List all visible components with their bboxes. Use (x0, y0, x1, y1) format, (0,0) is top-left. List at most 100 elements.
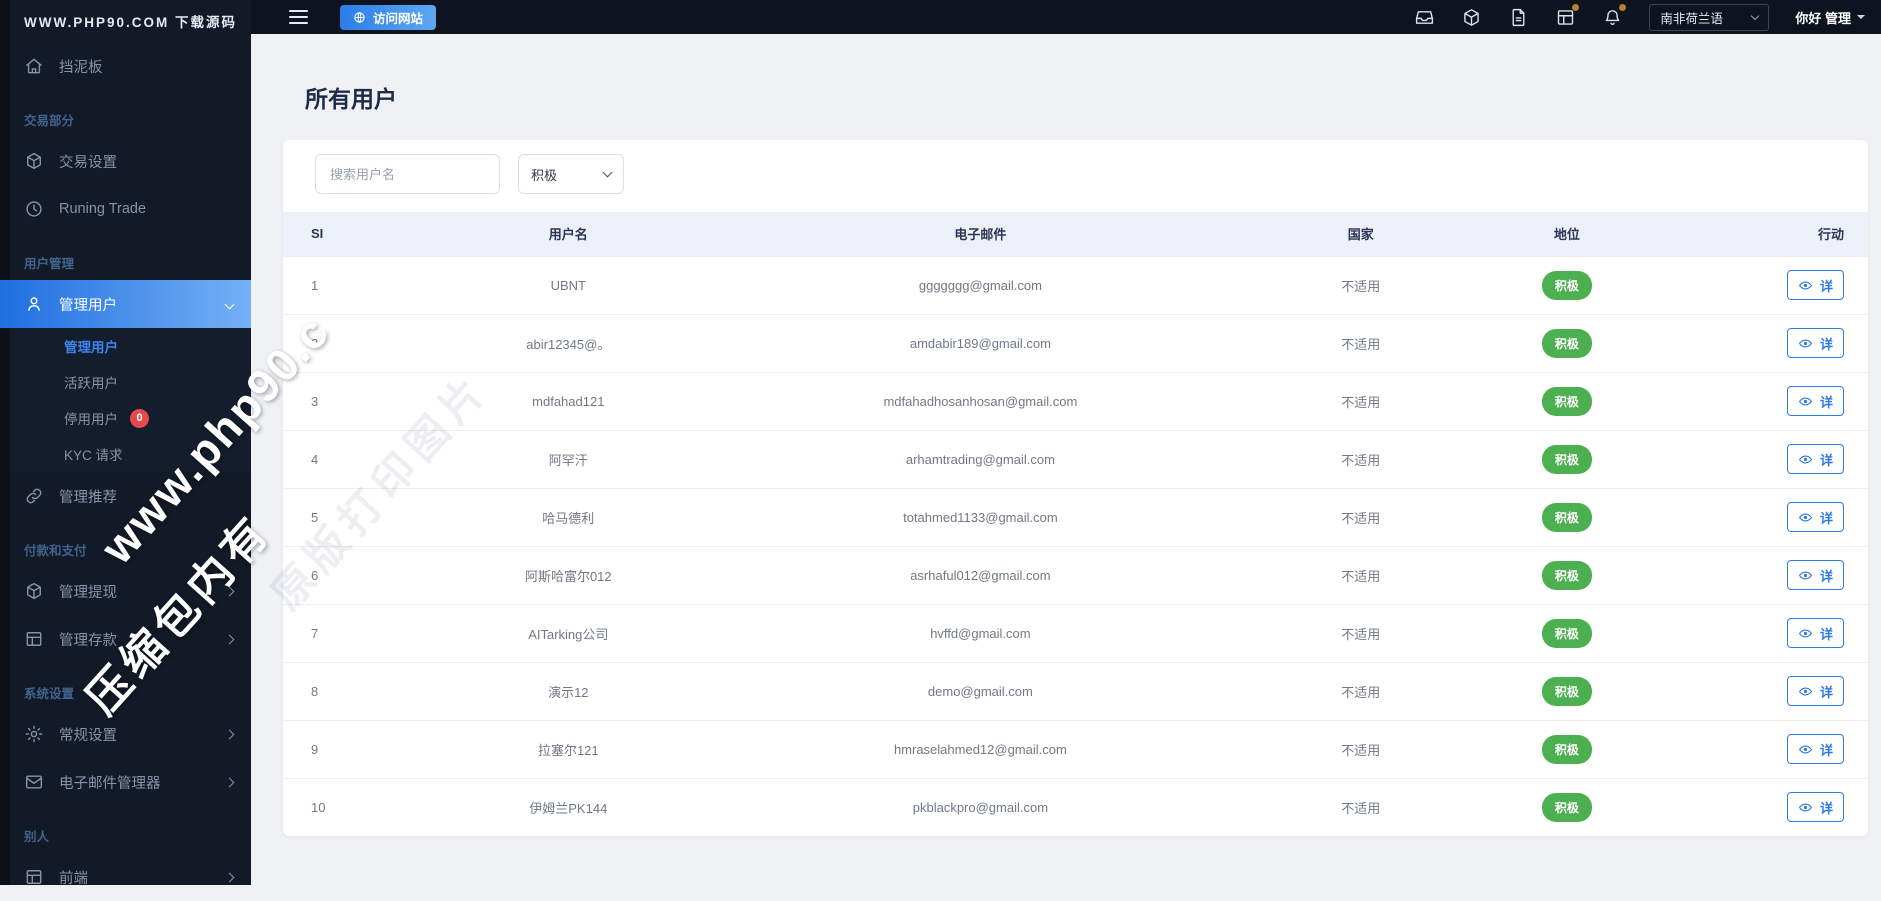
table-icon (24, 867, 44, 887)
sidebar-item-label: 管理推荐 (59, 489, 117, 506)
sidebar-section-label: 付款和支付 (24, 544, 87, 558)
count-badge: 0 (130, 408, 149, 428)
cube-icon (24, 151, 44, 171)
bell-icon[interactable] (1602, 3, 1627, 28)
cell-country: 不适用 (1233, 313, 1488, 372)
cube-icon (24, 581, 44, 601)
cell-email: amdabir189@gmail.com (726, 313, 1234, 372)
language-selected-label: 南非荷兰语 (1660, 11, 1723, 26)
cell-si: 5 (283, 487, 410, 546)
sidebar-item[interactable]: 电子邮件管理器 (0, 758, 251, 806)
status-badge: 积极 (1541, 618, 1592, 648)
cell-country: 不适用 (1233, 661, 1488, 720)
view-detail-button[interactable]: 详 (1786, 734, 1844, 764)
view-detail-button[interactable]: 详 (1786, 792, 1844, 823)
eye-icon (1798, 454, 1813, 464)
sidebar-section-label: 交易部分 (24, 114, 75, 128)
package-icon[interactable] (1461, 7, 1482, 28)
status-select-value: 积极 (531, 167, 558, 183)
cell-si: 1 (283, 255, 410, 314)
view-detail-button[interactable]: 详 (1786, 444, 1844, 474)
sidebar-subitem[interactable]: KYC 请求 (0, 436, 251, 472)
view-detail-button[interactable]: 详 (1786, 676, 1844, 706)
status-badge: 积极 (1541, 792, 1592, 822)
status-badge: 积极 (1541, 734, 1592, 764)
sidebar-item[interactable]: 管理存款 (0, 615, 251, 663)
user-menu[interactable]: 你好 管理 (1795, 8, 1865, 27)
eye-icon (1798, 803, 1813, 812)
view-detail-button[interactable]: 详 (1786, 618, 1844, 648)
table-row: 7 AITarking公司 hvffd@gmail.com 不适用 积极 详 (283, 603, 1868, 662)
sidebar-item[interactable]: Runing Trade (0, 185, 251, 233)
sidebar: WWW.PHP90.COM 下载源码 挡泥板交易部分交易设置 Runing Tra… (0, 0, 251, 887)
sidebar-item[interactable]: 前端 (0, 853, 251, 901)
view-detail-button[interactable]: 详 (1786, 270, 1844, 300)
cell-email: asrhaful012@gmail.com (726, 545, 1234, 604)
cell-email: arhamtrading@gmail.com (726, 429, 1234, 488)
column-header-status: 地位 (1487, 212, 1647, 256)
filters-bar: 积极 (283, 140, 1868, 212)
cell-si: 3 (283, 371, 410, 430)
status-badge: 积极 (1541, 386, 1592, 416)
sidebar-item-label: 挡泥板 (59, 59, 103, 76)
view-detail-label: 详 (1819, 684, 1833, 700)
cell-username: 演示12 (409, 661, 727, 720)
table-icon[interactable] (1555, 3, 1580, 28)
visit-site-button[interactable]: 访问网站 (340, 4, 437, 30)
hamburger-menu-icon[interactable] (289, 10, 308, 24)
cell-email: mdfahadhosanhosan@gmail.com (726, 371, 1234, 430)
search-input[interactable] (315, 154, 500, 194)
table-row: 6 阿斯哈富尔012 asrhaful012@gmail.com 不适用 积极 详 (283, 545, 1868, 604)
table-row: 3 mdfahad121 mdfahadhosanhosan@gmail.com 不适… (283, 371, 1868, 430)
users-card: 积极 SI 用户名 电子邮件 国家 地位 行动 (283, 140, 1868, 836)
sidebar-section-label: 系统设置 (24, 687, 75, 701)
inbox-icon[interactable] (1414, 7, 1435, 28)
sidebar-subitem[interactable]: 管理用户 (0, 328, 251, 364)
eye-icon (1798, 744, 1813, 754)
brand-logo: WWW.PHP90.COM 下载源码 (24, 15, 238, 30)
cell-country: 不适用 (1233, 777, 1488, 836)
cell-email: demo@gmail.com (726, 661, 1234, 720)
sidebar-section-label: 别人 (24, 830, 50, 844)
language-select[interactable]: 南非荷兰语 (1649, 3, 1770, 31)
document-icon[interactable] (1508, 7, 1529, 28)
table-row: 10 伊姆兰PK144 pkblackpro@gmail.com 不适用 积极 详 (283, 777, 1868, 836)
view-detail-button[interactable]: 详 (1786, 560, 1844, 590)
column-header-action: 行动 (1646, 212, 1868, 256)
cell-username: abir12345@。 (409, 313, 727, 372)
sidebar-item[interactable]: 管理推荐 (0, 472, 251, 520)
sidebar-item[interactable]: 管理提现 (0, 567, 251, 615)
cell-si: 6 (283, 545, 410, 604)
sidebar-subitem[interactable]: 活跃用户 (0, 364, 251, 400)
visit-site-label: 访问网站 (373, 11, 424, 26)
users-table: SI 用户名 电子邮件 国家 地位 行动 1 UBNT ggggggg@gmail.… (283, 212, 1868, 836)
view-detail-button[interactable]: 详 (1786, 502, 1844, 532)
status-badge: 积极 (1541, 502, 1592, 532)
sidebar-item-label: Runing Trade (59, 201, 147, 217)
status-badge: 积极 (1541, 328, 1592, 358)
cell-username: mdfahad121 (409, 371, 727, 430)
cell-country: 不适用 (1233, 371, 1488, 430)
cell-email: pkblackpro@gmail.com (726, 777, 1234, 836)
chevron-down-icon (602, 167, 613, 178)
table-row: 4 阿罕汗 arhamtrading@gmail.com 不适用 积极 详 (283, 429, 1868, 488)
cell-email: totahmed1133@gmail.com (726, 487, 1234, 546)
view-detail-button[interactable]: 详 (1786, 386, 1844, 416)
view-detail-button[interactable]: 详 (1786, 328, 1844, 358)
cell-username: 阿罕汗 (409, 429, 727, 488)
sidebar-item[interactable]: 常规设置 (0, 710, 251, 758)
notification-dot (1572, 3, 1580, 11)
sidebar-item[interactable]: 管理用户 (0, 280, 251, 328)
status-select[interactable]: 积极 (518, 154, 624, 194)
view-detail-label: 详 (1819, 278, 1833, 294)
sidebar-subitem[interactable]: 停用用户 0 (0, 400, 251, 436)
cell-country: 不适用 (1233, 603, 1488, 662)
sidebar-item[interactable]: 挡泥板 (0, 42, 251, 90)
table-row: 1 UBNT ggggggg@gmail.com 不适用 积极 详 (283, 255, 1868, 314)
greeting-label: 你好 管理 (1795, 10, 1851, 26)
sidebar-item[interactable]: 交易设置 (0, 137, 251, 185)
mail-icon (24, 772, 44, 792)
cell-country: 不适用 (1233, 719, 1488, 778)
eye-icon (1798, 338, 1813, 348)
caret-down-icon (1857, 15, 1865, 19)
